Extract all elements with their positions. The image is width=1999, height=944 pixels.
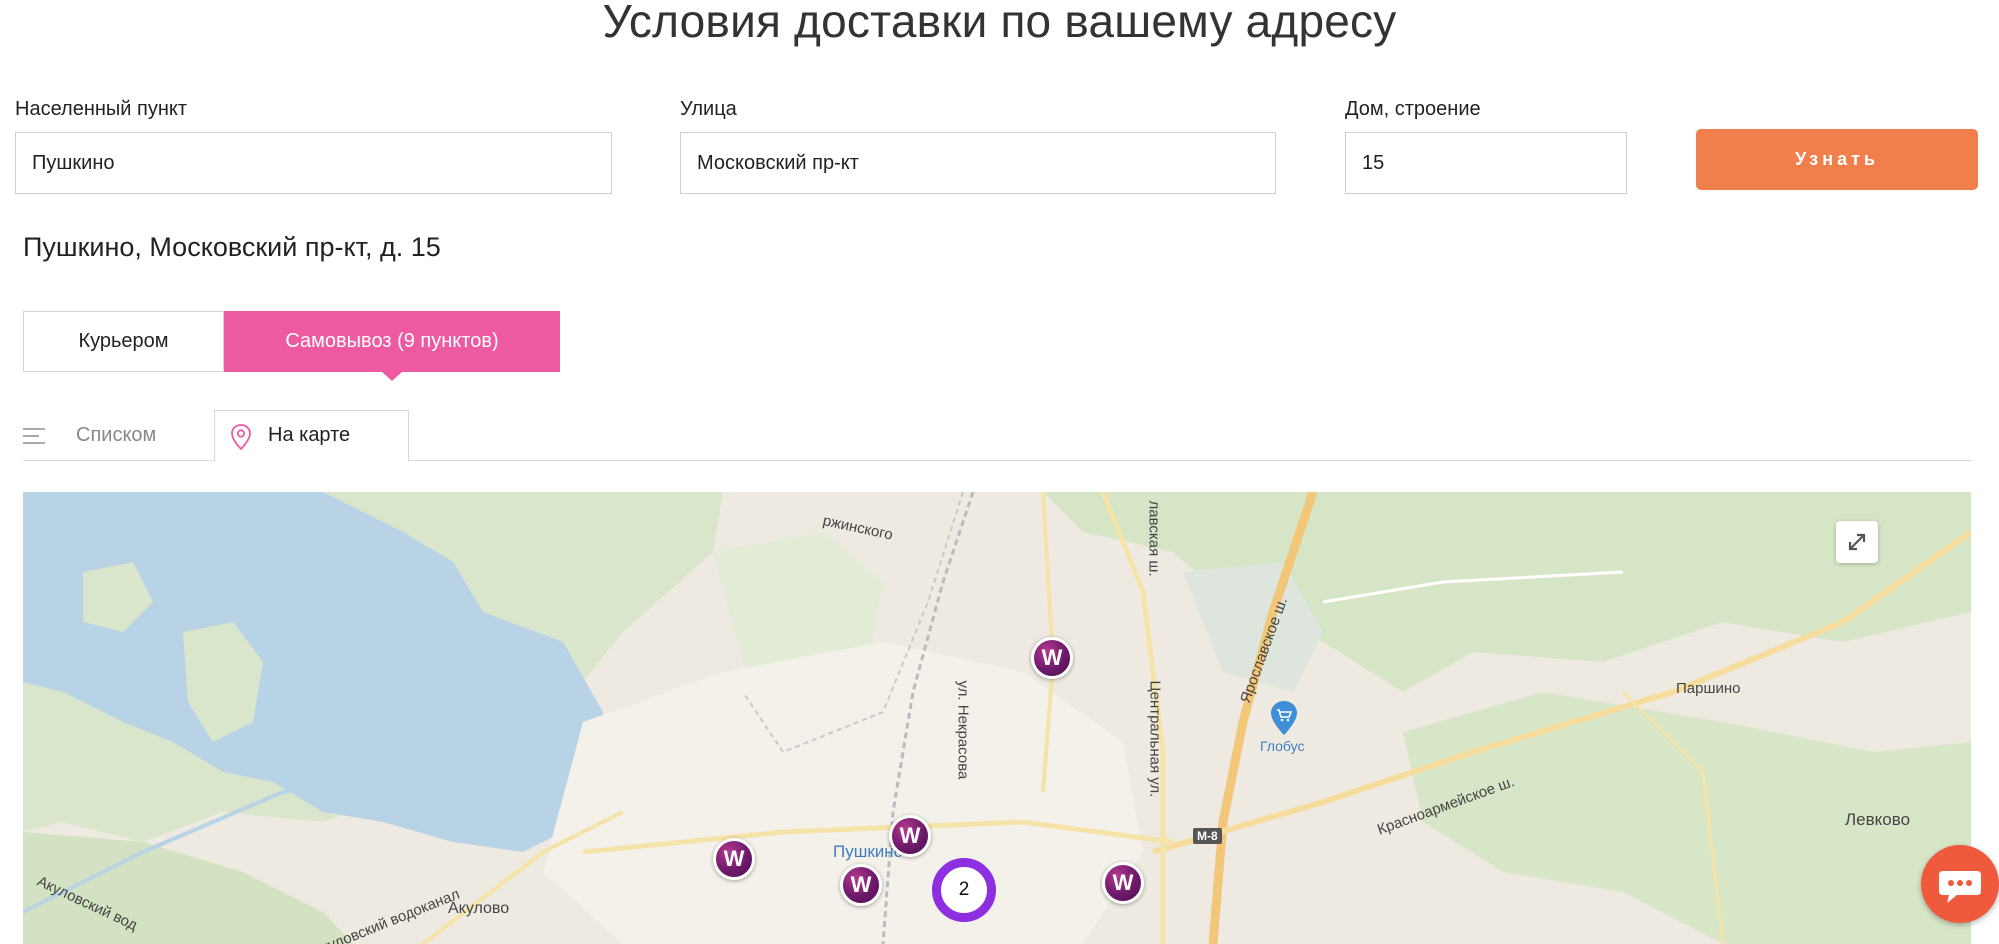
map-label-street: лавская ш.	[1145, 500, 1163, 577]
view-tab-list[interactable]: Списком	[23, 412, 213, 461]
map-label-poi: Глобус	[1260, 738, 1305, 754]
chat-icon	[1939, 871, 1981, 903]
chat-button[interactable]	[1921, 845, 1999, 923]
submit-button[interactable]: Узнать	[1696, 129, 1978, 190]
map-pin-icon	[231, 424, 251, 451]
pickup-point-marker[interactable]: W	[713, 838, 755, 880]
street-label: Улица	[680, 98, 737, 120]
pickup-point-marker[interactable]: W	[840, 864, 882, 906]
map-view[interactable]: ржинского лавская ш. Ярославское ш. Цент…	[23, 492, 1971, 944]
map-base	[23, 492, 1971, 944]
road-badge-m8: М-8	[1193, 828, 1222, 844]
view-tab-list-label: Списком	[76, 424, 157, 446]
list-icon	[23, 428, 45, 444]
cart-pin-icon[interactable]	[1269, 700, 1299, 736]
house-input[interactable]	[1345, 132, 1627, 194]
tab-courier[interactable]: Курьером	[23, 311, 224, 372]
city-label: Населенный пункт	[15, 98, 188, 120]
map-label-street: Центральная ул.	[1146, 680, 1164, 798]
house-label: Дом, строение	[1345, 98, 1481, 120]
view-tab-map-label: На карте	[268, 424, 351, 446]
active-tab-arrow	[381, 371, 403, 381]
view-tab-map[interactable]: На карте	[214, 410, 409, 462]
map-label-village: Левково	[1845, 810, 1911, 829]
pickup-point-marker[interactable]: W	[1031, 637, 1073, 679]
pickup-cluster-marker[interactable]: 2	[932, 858, 996, 922]
fullscreen-button[interactable]	[1836, 521, 1878, 563]
fullscreen-icon	[1848, 533, 1866, 551]
page-title: Условия доставки по вашему адресу	[602, 0, 1397, 47]
tab-pickup[interactable]: Самовывоз (9 пунктов)	[224, 311, 560, 372]
map-label-street: ул. Некрасова	[954, 680, 972, 780]
pickup-point-marker[interactable]: W	[1102, 862, 1144, 904]
street-input[interactable]	[680, 132, 1276, 194]
pickup-point-marker[interactable]: W	[889, 815, 931, 857]
resolved-address: Пушкино, Московский пр-кт, д. 15	[23, 232, 441, 262]
map-label-village: Паршино	[1676, 680, 1741, 697]
city-input[interactable]	[15, 132, 612, 194]
